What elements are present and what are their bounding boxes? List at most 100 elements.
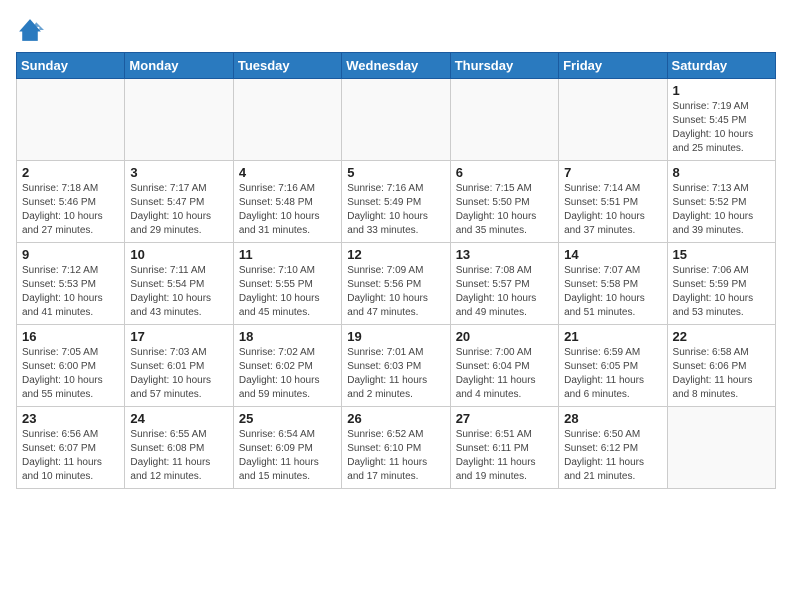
day-number: 24 — [130, 411, 227, 426]
day-number: 13 — [456, 247, 553, 262]
day-number: 25 — [239, 411, 336, 426]
day-info: Sunrise: 7:08 AM Sunset: 5:57 PM Dayligh… — [456, 264, 553, 320]
day-number: 4 — [239, 165, 336, 180]
day-number: 3 — [130, 165, 227, 180]
calendar-cell: 5 Sunrise: 7:16 AM Sunset: 5:49 PM Daylig… — [342, 161, 450, 243]
calendar-cell — [342, 79, 450, 161]
day-number: 19 — [347, 329, 444, 344]
day-number: 9 — [22, 247, 119, 262]
col-header-friday: Friday — [559, 53, 667, 79]
day-info: Sunrise: 7:05 AM Sunset: 6:00 PM Dayligh… — [22, 346, 119, 402]
day-number: 1 — [673, 83, 770, 98]
calendar-cell: 15 Sunrise: 7:06 AM Sunset: 5:59 PM Dayli… — [667, 243, 775, 325]
calendar-cell: 8 Sunrise: 7:13 AM Sunset: 5:52 PM Daylig… — [667, 161, 775, 243]
calendar-week-row: 16 Sunrise: 7:05 AM Sunset: 6:00 PM Dayli… — [17, 325, 776, 407]
calendar-header-row: SundayMondayTuesdayWednesdayThursdayFrid… — [17, 53, 776, 79]
day-info: Sunrise: 7:10 AM Sunset: 5:55 PM Dayligh… — [239, 264, 336, 320]
calendar-cell: 16 Sunrise: 7:05 AM Sunset: 6:00 PM Dayli… — [17, 325, 125, 407]
day-number: 8 — [673, 165, 770, 180]
calendar-cell: 23 Sunrise: 6:56 AM Sunset: 6:07 PM Dayli… — [17, 407, 125, 489]
calendar-cell: 17 Sunrise: 7:03 AM Sunset: 6:01 PM Dayli… — [125, 325, 233, 407]
day-info: Sunrise: 6:54 AM Sunset: 6:09 PM Dayligh… — [239, 428, 336, 484]
col-header-monday: Monday — [125, 53, 233, 79]
calendar-cell — [667, 407, 775, 489]
logo-icon — [16, 16, 44, 44]
day-info: Sunrise: 6:55 AM Sunset: 6:08 PM Dayligh… — [130, 428, 227, 484]
calendar-cell — [559, 79, 667, 161]
calendar-cell: 18 Sunrise: 7:02 AM Sunset: 6:02 PM Dayli… — [233, 325, 341, 407]
col-header-saturday: Saturday — [667, 53, 775, 79]
day-number: 27 — [456, 411, 553, 426]
day-info: Sunrise: 6:50 AM Sunset: 6:12 PM Dayligh… — [564, 428, 661, 484]
day-number: 14 — [564, 247, 661, 262]
calendar-cell: 19Sunrise: 7:01 AM Sunset: 6:03 PM Dayli… — [342, 325, 450, 407]
day-number: 7 — [564, 165, 661, 180]
calendar-cell: 20 Sunrise: 7:00 AM Sunset: 6:04 PM Dayli… — [450, 325, 558, 407]
col-header-tuesday: Tuesday — [233, 53, 341, 79]
day-number: 26 — [347, 411, 444, 426]
calendar-cell: 28 Sunrise: 6:50 AM Sunset: 6:12 PM Dayli… — [559, 407, 667, 489]
day-info: Sunrise: 6:51 AM Sunset: 6:11 PM Dayligh… — [456, 428, 553, 484]
day-info: Sunrise: 7:00 AM Sunset: 6:04 PM Dayligh… — [456, 346, 553, 402]
day-info: Sunrise: 6:59 AM Sunset: 6:05 PM Dayligh… — [564, 346, 661, 402]
col-header-wednesday: Wednesday — [342, 53, 450, 79]
day-number: 15 — [673, 247, 770, 262]
calendar-table: SundayMondayTuesdayWednesdayThursdayFrid… — [16, 52, 776, 489]
day-number: 16 — [22, 329, 119, 344]
day-info: Sunrise: 7:11 AM Sunset: 5:54 PM Dayligh… — [130, 264, 227, 320]
day-info: Sunrise: 7:06 AM Sunset: 5:59 PM Dayligh… — [673, 264, 770, 320]
day-info: Sunrise: 7:12 AM Sunset: 5:53 PM Dayligh… — [22, 264, 119, 320]
day-info: Sunrise: 7:16 AM Sunset: 5:49 PM Dayligh… — [347, 182, 444, 238]
calendar-cell: 1 Sunrise: 7:19 AM Sunset: 5:45 PM Daylig… — [667, 79, 775, 161]
calendar-cell — [17, 79, 125, 161]
day-number: 11 — [239, 247, 336, 262]
logo — [16, 16, 48, 44]
calendar-cell — [233, 79, 341, 161]
calendar-cell: 7 Sunrise: 7:14 AM Sunset: 5:51 PM Daylig… — [559, 161, 667, 243]
day-number: 23 — [22, 411, 119, 426]
day-number: 12 — [347, 247, 444, 262]
day-number: 2 — [22, 165, 119, 180]
day-number: 5 — [347, 165, 444, 180]
calendar-cell: 4 Sunrise: 7:16 AM Sunset: 5:48 PM Daylig… — [233, 161, 341, 243]
day-number: 22 — [673, 329, 770, 344]
day-number: 18 — [239, 329, 336, 344]
day-number: 6 — [456, 165, 553, 180]
day-info: Sunrise: 7:16 AM Sunset: 5:48 PM Dayligh… — [239, 182, 336, 238]
day-info: Sunrise: 7:07 AM Sunset: 5:58 PM Dayligh… — [564, 264, 661, 320]
day-info: Sunrise: 7:14 AM Sunset: 5:51 PM Dayligh… — [564, 182, 661, 238]
day-number: 17 — [130, 329, 227, 344]
day-number: 10 — [130, 247, 227, 262]
calendar-cell: 12 Sunrise: 7:09 AM Sunset: 5:56 PM Dayli… — [342, 243, 450, 325]
calendar-cell: 6Sunrise: 7:15 AM Sunset: 5:50 PM Daylig… — [450, 161, 558, 243]
day-info: Sunrise: 7:19 AM Sunset: 5:45 PM Dayligh… — [673, 100, 770, 156]
day-info: Sunrise: 6:52 AM Sunset: 6:10 PM Dayligh… — [347, 428, 444, 484]
day-info: Sunrise: 7:02 AM Sunset: 6:02 PM Dayligh… — [239, 346, 336, 402]
day-info: Sunrise: 7:13 AM Sunset: 5:52 PM Dayligh… — [673, 182, 770, 238]
calendar-week-row: 9 Sunrise: 7:12 AM Sunset: 5:53 PM Daylig… — [17, 243, 776, 325]
day-number: 28 — [564, 411, 661, 426]
day-info: Sunrise: 7:18 AM Sunset: 5:46 PM Dayligh… — [22, 182, 119, 238]
calendar-week-row: 1 Sunrise: 7:19 AM Sunset: 5:45 PM Daylig… — [17, 79, 776, 161]
calendar-cell — [125, 79, 233, 161]
page-header — [16, 16, 776, 44]
calendar-cell: 3 Sunrise: 7:17 AM Sunset: 5:47 PM Daylig… — [125, 161, 233, 243]
calendar-week-row: 2 Sunrise: 7:18 AM Sunset: 5:46 PM Daylig… — [17, 161, 776, 243]
day-number: 21 — [564, 329, 661, 344]
day-info: Sunrise: 6:56 AM Sunset: 6:07 PM Dayligh… — [22, 428, 119, 484]
day-info: Sunrise: 7:03 AM Sunset: 6:01 PM Dayligh… — [130, 346, 227, 402]
calendar-cell: 11 Sunrise: 7:10 AM Sunset: 5:55 PM Dayli… — [233, 243, 341, 325]
col-header-thursday: Thursday — [450, 53, 558, 79]
calendar-cell: 25 Sunrise: 6:54 AM Sunset: 6:09 PM Dayli… — [233, 407, 341, 489]
calendar-cell: 9 Sunrise: 7:12 AM Sunset: 5:53 PM Daylig… — [17, 243, 125, 325]
calendar-week-row: 23 Sunrise: 6:56 AM Sunset: 6:07 PM Dayli… — [17, 407, 776, 489]
day-info: Sunrise: 6:58 AM Sunset: 6:06 PM Dayligh… — [673, 346, 770, 402]
calendar-cell: 24 Sunrise: 6:55 AM Sunset: 6:08 PM Dayli… — [125, 407, 233, 489]
calendar-cell: 21 Sunrise: 6:59 AM Sunset: 6:05 PM Dayli… — [559, 325, 667, 407]
day-number: 20 — [456, 329, 553, 344]
calendar-cell: 10 Sunrise: 7:11 AM Sunset: 5:54 PM Dayli… — [125, 243, 233, 325]
calendar-cell: 2 Sunrise: 7:18 AM Sunset: 5:46 PM Daylig… — [17, 161, 125, 243]
day-info: Sunrise: 7:17 AM Sunset: 5:47 PM Dayligh… — [130, 182, 227, 238]
day-info: Sunrise: 7:09 AM Sunset: 5:56 PM Dayligh… — [347, 264, 444, 320]
calendar-cell: 26 Sunrise: 6:52 AM Sunset: 6:10 PM Dayli… — [342, 407, 450, 489]
